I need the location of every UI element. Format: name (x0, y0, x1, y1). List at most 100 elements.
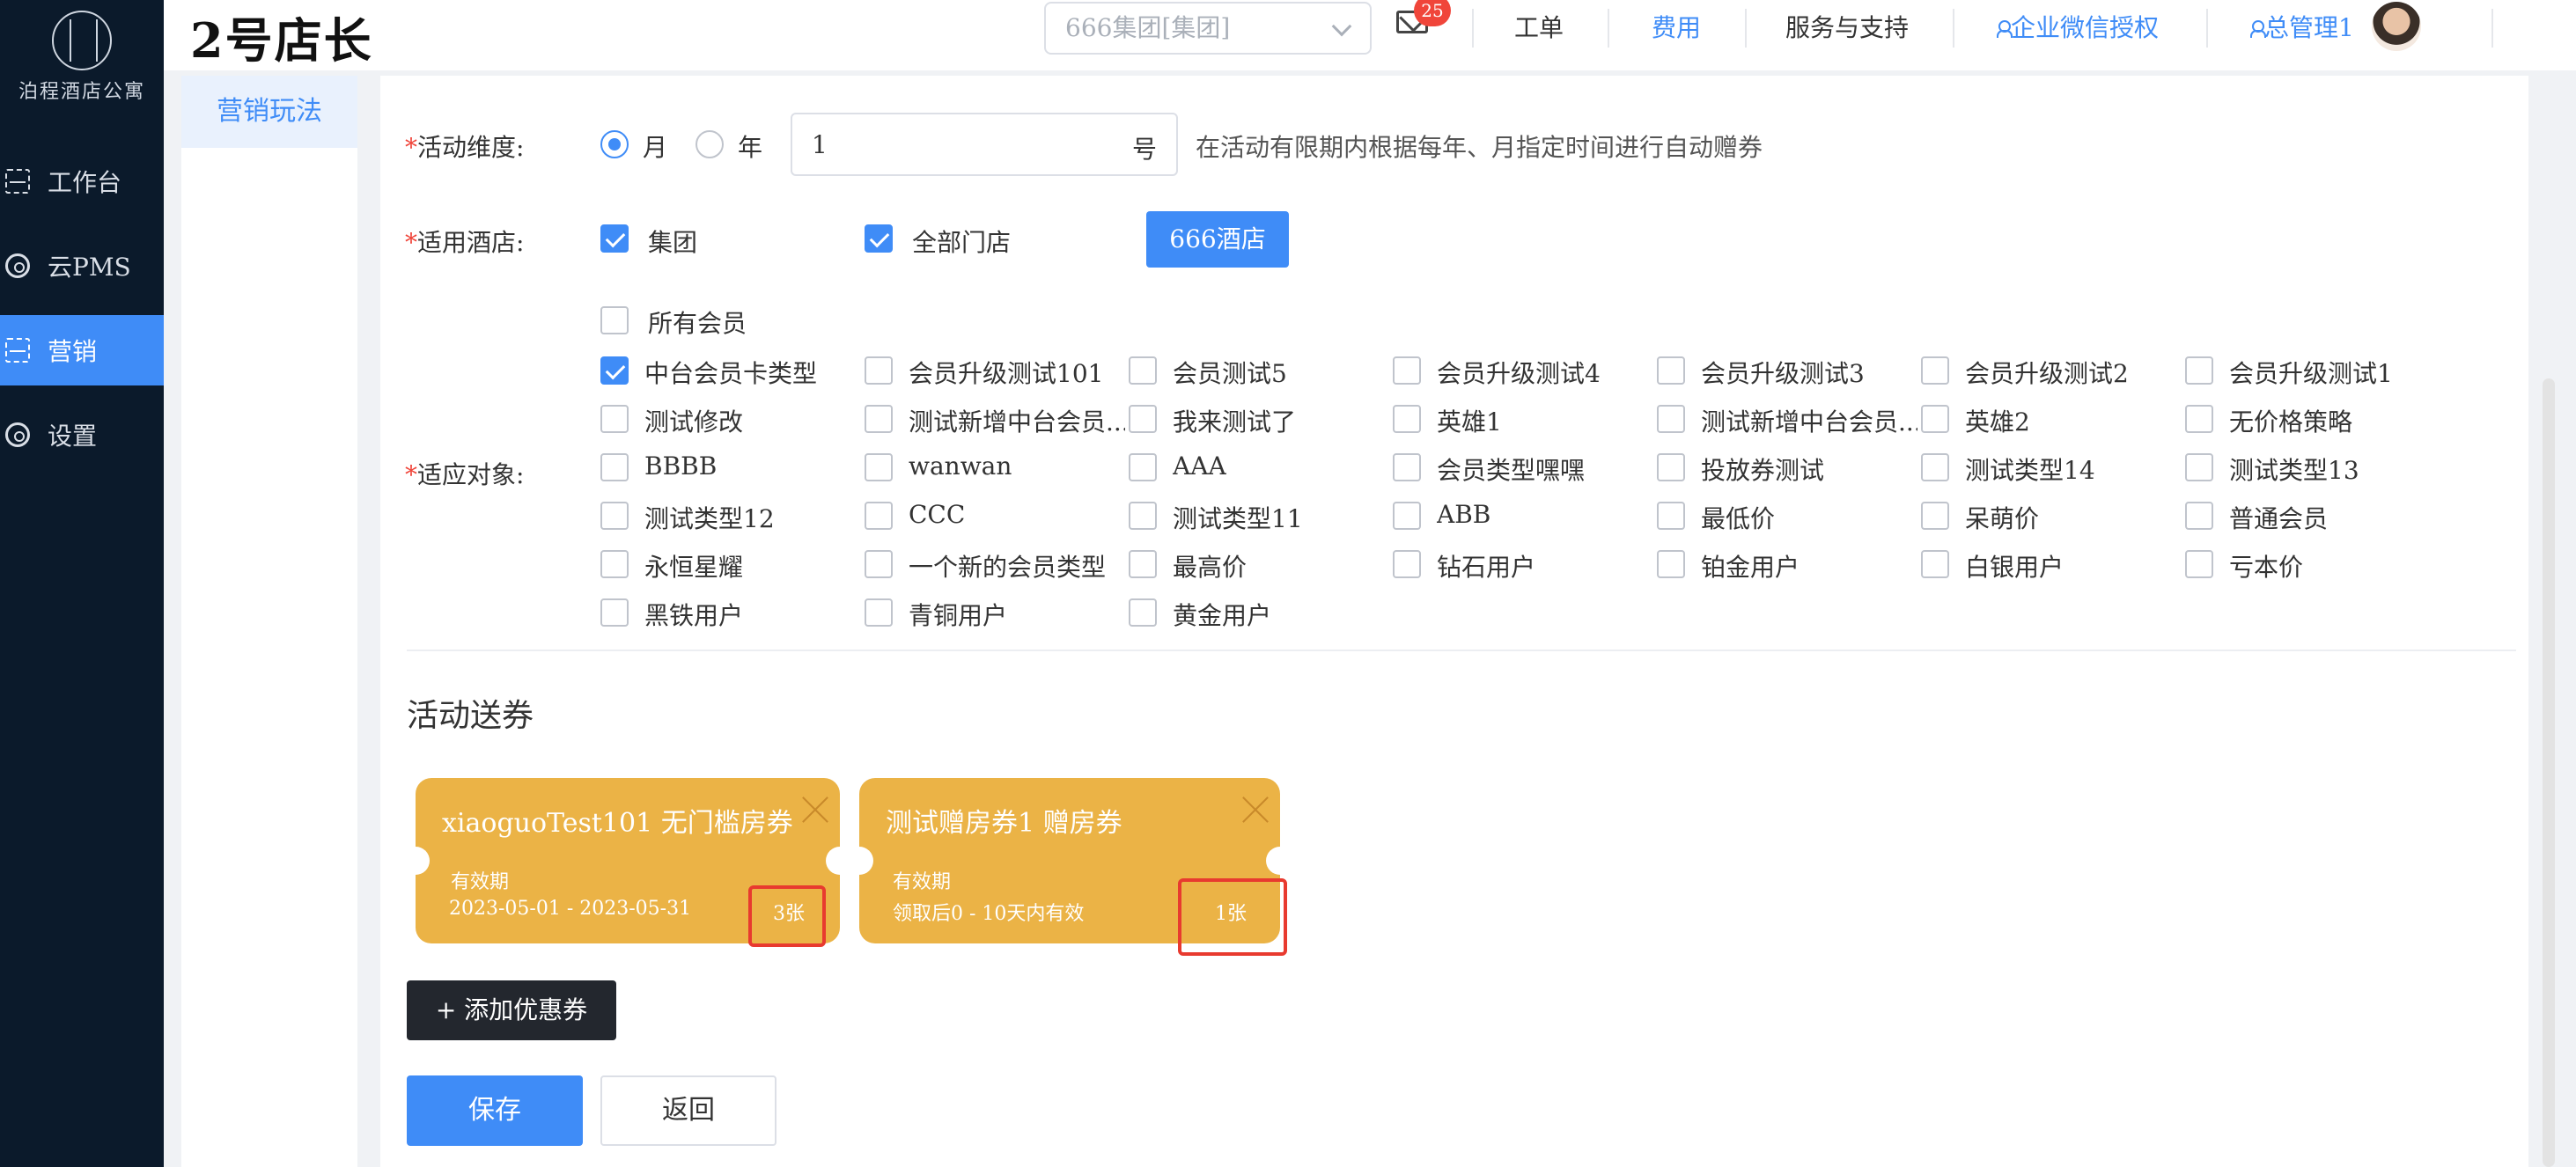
target-checkbox[interactable] (1657, 550, 1685, 578)
target-checkbox-label: 中台会员卡类型 (644, 359, 818, 388)
target-checkbox[interactable] (865, 453, 893, 481)
target-checkbox[interactable] (600, 405, 629, 433)
logo-mark-icon (52, 11, 112, 70)
nav-fees[interactable]: 费用 (1652, 9, 1701, 48)
nav-wechat-auth[interactable]: 企业微信授权 (1997, 9, 2159, 48)
target-checkbox[interactable] (2185, 550, 2213, 578)
target-checkbox-label: 无价格策略 (2229, 407, 2353, 437)
target-checkbox[interactable] (600, 550, 629, 578)
target-checkbox[interactable] (2185, 356, 2213, 385)
target-checkbox[interactable] (1129, 405, 1157, 433)
checkbox-group[interactable] (600, 224, 629, 253)
target-checkbox[interactable] (1657, 405, 1685, 433)
day-suffix: 号 (1131, 135, 1157, 164)
nav-work-order[interactable]: 工单 (1514, 9, 1564, 48)
add-coupon-button[interactable]: + 添加优惠券 (407, 980, 616, 1040)
target-checkbox[interactable] (1129, 502, 1157, 530)
nav-service[interactable]: 服务与支持 (1785, 9, 1909, 48)
close-icon[interactable] (801, 796, 829, 824)
target-checkbox[interactable] (1921, 405, 1949, 433)
target-checkbox[interactable] (1129, 453, 1157, 481)
target-checkbox[interactable] (2185, 405, 2213, 433)
gear-icon (5, 422, 30, 447)
nav-admin[interactable]: 总管理1 (2250, 9, 2354, 48)
logo-text: 泊程酒店公寓 (18, 81, 145, 103)
target-checkbox[interactable] (2185, 502, 2213, 530)
target-checkbox[interactable] (600, 453, 629, 481)
target-checkbox[interactable] (1129, 550, 1157, 578)
target-checkbox-label: ABB (1437, 500, 1491, 529)
target-checkbox[interactable] (1129, 598, 1157, 627)
nav-divider (1953, 9, 1954, 48)
back-button[interactable]: 返回 (600, 1075, 776, 1146)
target-checkbox-label: 测试新增中台会员... (1701, 407, 1917, 437)
target-checkbox[interactable] (1393, 453, 1421, 481)
group-select[interactable]: 666集团[集团] (1044, 2, 1372, 55)
subnav-item-marketing-play[interactable]: 营销玩法 (181, 76, 357, 148)
target-checkbox[interactable] (1393, 502, 1421, 530)
coupon-valid-range: 2023-05-01 - 2023-05-31 (449, 898, 692, 920)
target-checkbox[interactable] (1921, 356, 1949, 385)
sidebar-item-label: 设置 (48, 422, 98, 451)
target-checkbox[interactable] (1657, 502, 1685, 530)
coupons-section-title: 活动送券 (407, 698, 534, 734)
target-checkbox[interactable] (600, 502, 629, 530)
target-checkbox[interactable] (1657, 356, 1685, 385)
target-checkbox[interactable] (1921, 502, 1949, 530)
sidebar-item-pms[interactable]: 云PMS (0, 231, 164, 301)
target-checkbox[interactable] (2185, 453, 2213, 481)
target-checkbox-label: 呆萌价 (1965, 504, 2040, 533)
target-checkbox-label: 黄金用户 (1173, 601, 1272, 630)
target-checkbox[interactable] (865, 356, 893, 385)
nav-divider (1745, 9, 1747, 48)
radio-year-label: 年 (738, 133, 763, 162)
close-icon[interactable] (1241, 796, 1270, 824)
count-highlight (1178, 878, 1287, 956)
target-checkbox-label: 我来测试了 (1173, 407, 1297, 437)
target-checkbox[interactable] (1921, 453, 1949, 481)
target-checkbox[interactable] (865, 502, 893, 530)
target-checkbox-label: 会员升级测试101 (909, 359, 1104, 388)
sidebar-item-settings[interactable]: 设置 (0, 400, 164, 470)
checkbox-all-stores[interactable] (865, 224, 893, 253)
target-checkbox-label: 一个新的会员类型 (909, 553, 1107, 582)
target-checkbox-label: 钻石用户 (1437, 553, 1536, 582)
target-checkbox[interactable] (1393, 550, 1421, 578)
target-checkbox[interactable] (600, 598, 629, 627)
target-checkbox-label: 测试修改 (644, 407, 744, 437)
sidebar-item-marketing[interactable]: 营销 (0, 315, 164, 385)
coupon-notch (401, 847, 430, 875)
target-checkbox[interactable] (1129, 356, 1157, 385)
target-checkbox[interactable] (1393, 405, 1421, 433)
target-checkbox[interactable] (865, 598, 893, 627)
sidebar-item-label: 云PMS (48, 253, 131, 282)
scrollbar[interactable] (2543, 378, 2555, 1167)
target-checkbox-label: 黑铁用户 (644, 601, 744, 630)
target-checkbox[interactable] (865, 550, 893, 578)
radio-year[interactable] (696, 130, 724, 158)
target-checkbox[interactable] (1393, 356, 1421, 385)
day-input[interactable] (812, 127, 1111, 162)
checkbox-all-members[interactable] (600, 306, 629, 334)
target-checkbox-label: AAA (1173, 451, 1226, 481)
scan-icon (5, 338, 30, 363)
avatar[interactable] (2372, 2, 2421, 51)
radio-month[interactable] (600, 130, 629, 158)
target-checkbox[interactable] (600, 356, 629, 385)
coupon-notch (845, 847, 873, 875)
hotel-666-button[interactable]: 666酒店 (1146, 211, 1289, 268)
target-checkbox-label: 投放券测试 (1701, 456, 1825, 485)
coupon-valid-label: 有效期 (451, 871, 510, 893)
target-checkbox-label: BBBB (644, 451, 718, 481)
checkbox-group-label: 集团 (648, 228, 698, 257)
sidebar-item-workbench[interactable]: 工作台 (0, 146, 164, 217)
day-input-field[interactable]: 号 (791, 113, 1178, 176)
save-button[interactable]: 保存 (407, 1075, 583, 1146)
secondary-nav: 营销玩法 (181, 76, 357, 1167)
target-checkbox-label: 会员升级测试2 (1965, 359, 2129, 388)
target-checkbox[interactable] (1657, 453, 1685, 481)
top-header: 2号店长 666集团[集团] 25 工单 费用 服务与支持 企业微信授权 总管理… (164, 0, 2576, 70)
target-checkbox[interactable] (865, 405, 893, 433)
target-checkbox-label: 英雄2 (1965, 407, 2030, 437)
target-checkbox[interactable] (1921, 550, 1949, 578)
